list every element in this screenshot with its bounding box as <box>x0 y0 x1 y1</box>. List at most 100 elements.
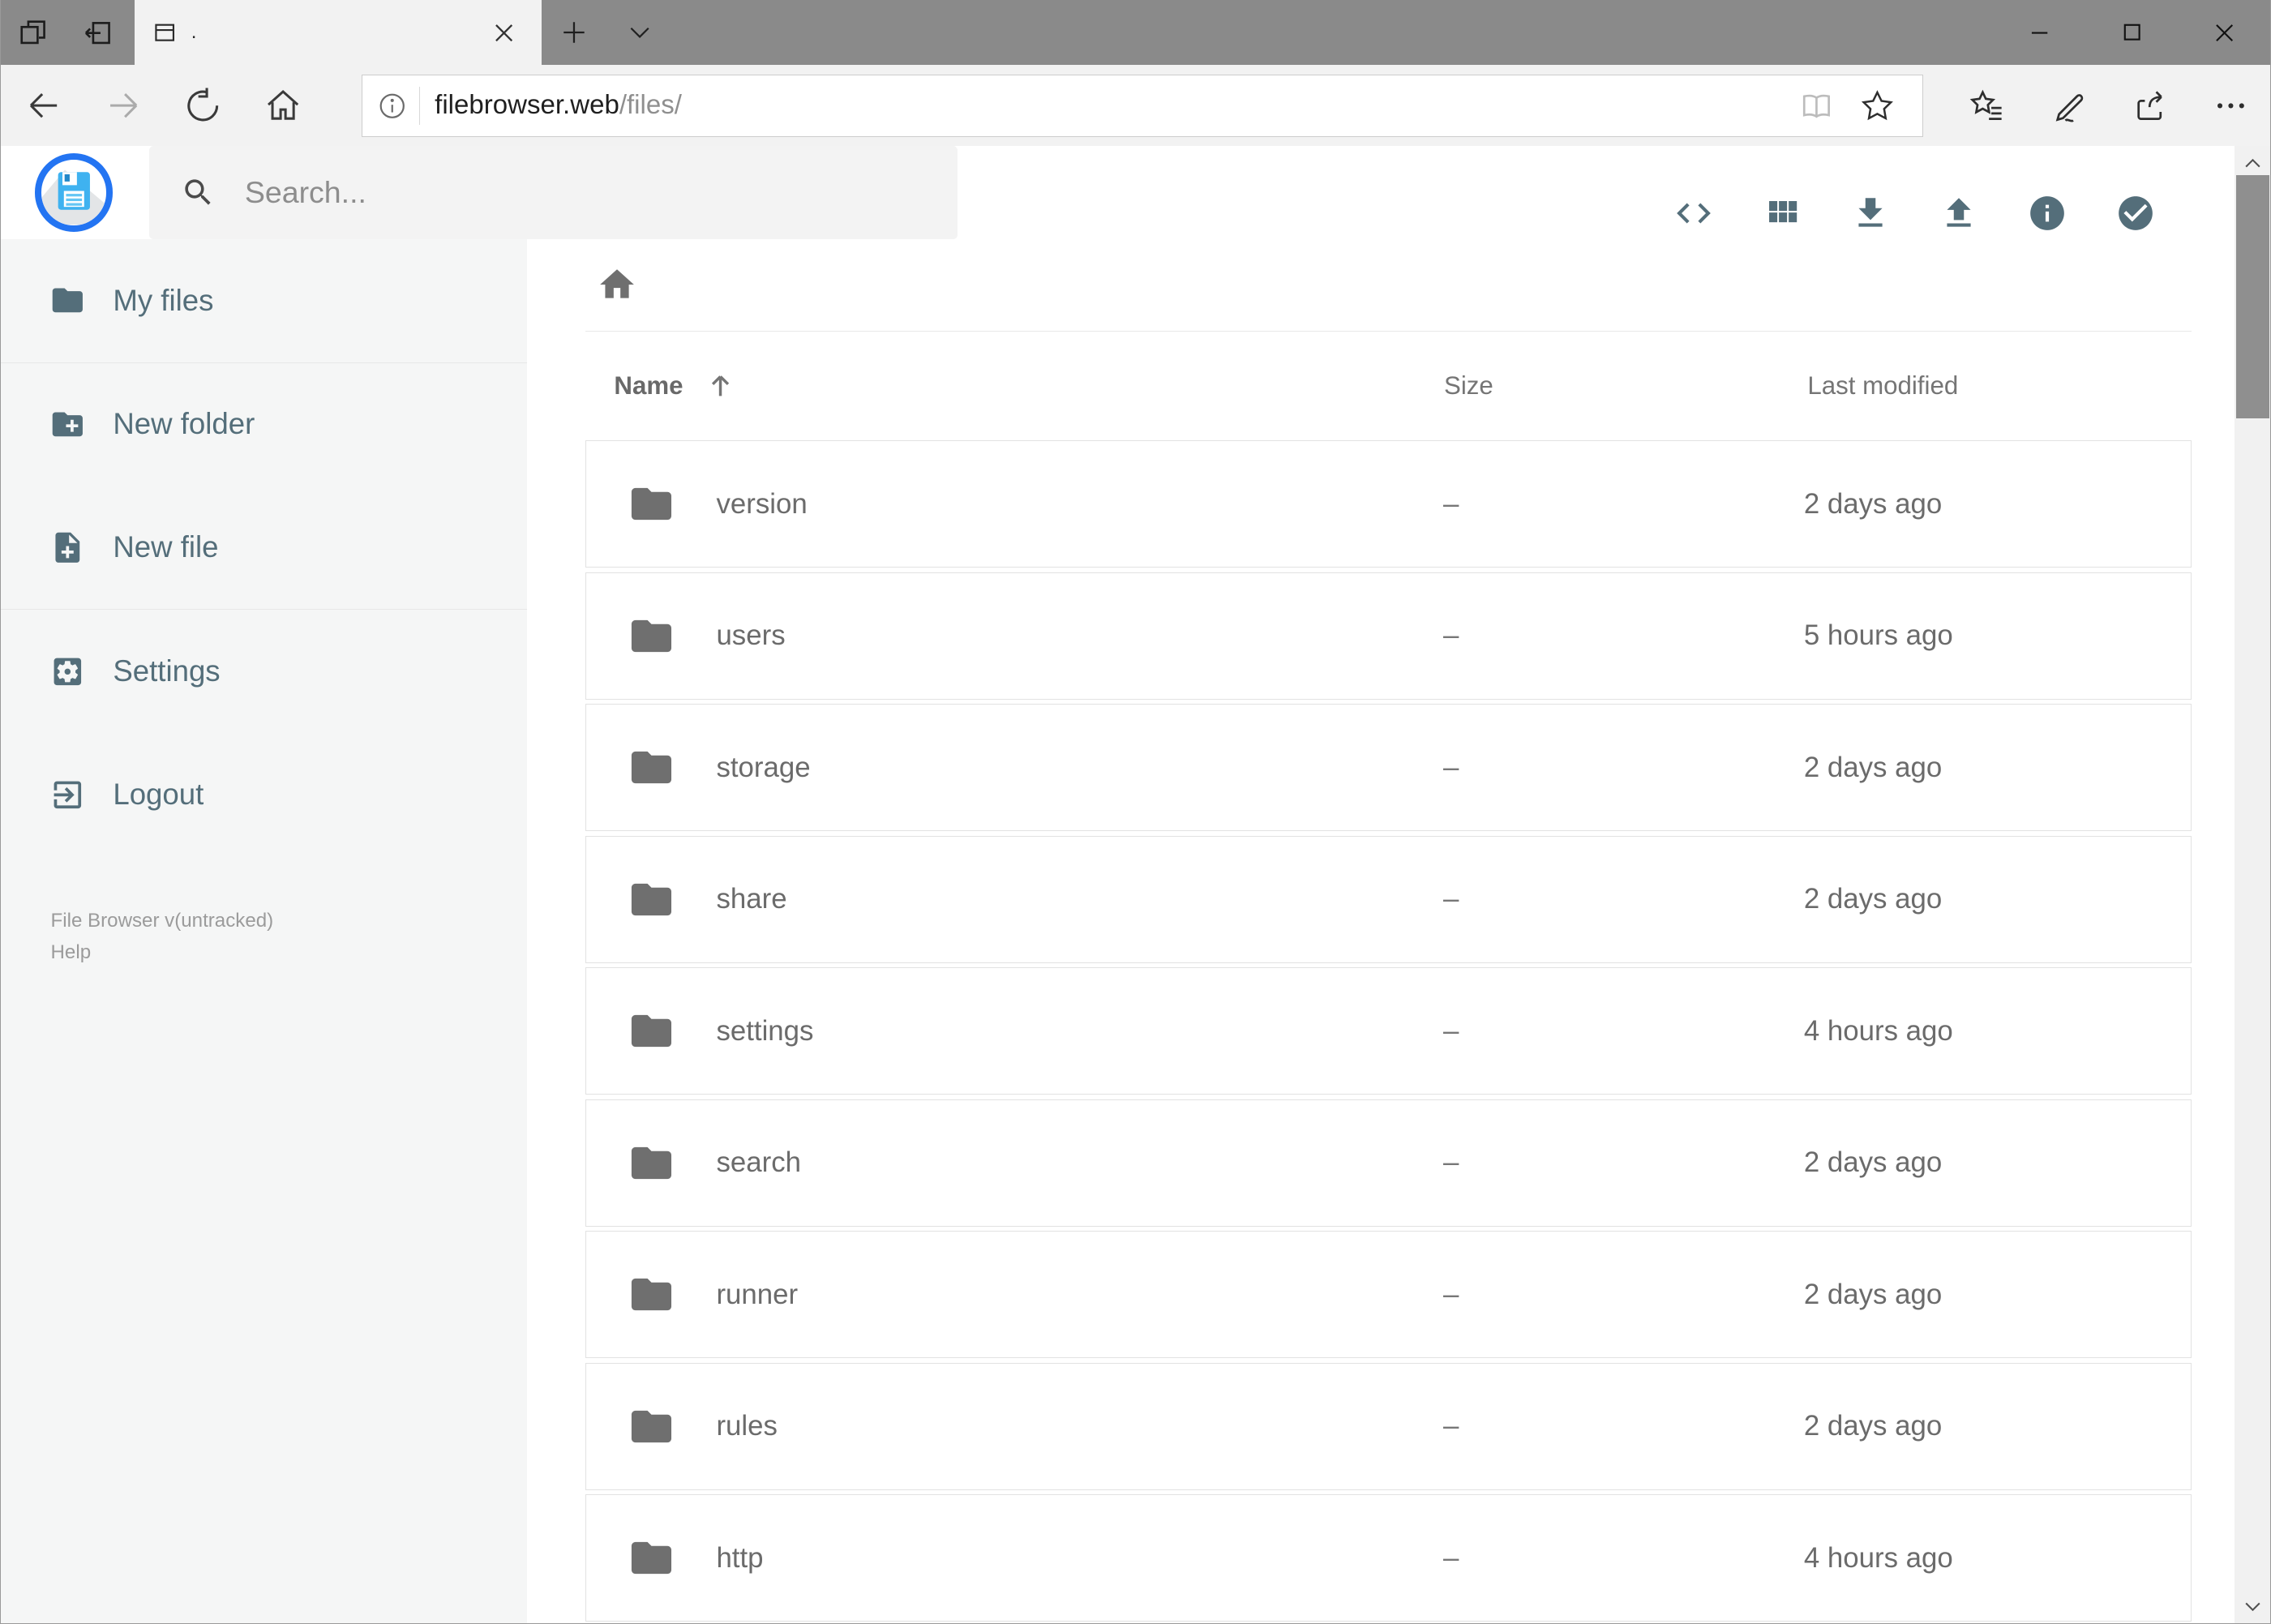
help-link[interactable]: Help <box>51 937 528 968</box>
folder-icon <box>628 612 675 660</box>
table-row-storage[interactable]: storage – 2 days ago <box>585 704 2192 832</box>
titlebar-drag-area <box>672 0 1993 65</box>
tab-list-button[interactable] <box>606 0 671 65</box>
chevron-down-icon <box>2245 1602 2260 1611</box>
table-row-share[interactable]: share – 2 days ago <box>585 835 2192 963</box>
url-text[interactable]: filebrowser.web/files/ <box>435 90 682 121</box>
folder-icon <box>628 1403 675 1450</box>
version-text: File Browser v(untracked) <box>50 909 274 932</box>
app-header <box>0 146 2235 239</box>
download-icon <box>1850 193 1891 234</box>
info-button[interactable] <box>2012 178 2083 249</box>
switch-view-button[interactable] <box>1746 178 1818 249</box>
plus-icon <box>563 22 585 43</box>
add-favorite-button[interactable] <box>1847 78 1908 133</box>
maximize-icon <box>2123 24 2140 41</box>
refresh-button[interactable] <box>164 70 243 142</box>
sidebar: My files New folder New file Settings Lo… <box>0 238 528 1624</box>
table-row-rules[interactable]: rules – 2 days ago <box>585 1362 2192 1490</box>
search-bar[interactable] <box>148 146 958 239</box>
home-icon <box>597 264 637 305</box>
address-separator <box>418 87 421 125</box>
browser-titlebar: . <box>0 0 2271 66</box>
web-note-button[interactable] <box>2028 70 2109 142</box>
column-header-size[interactable]: Size <box>1440 371 1799 401</box>
upload-button[interactable] <box>1923 178 1995 249</box>
site-info-icon[interactable] <box>377 91 408 122</box>
code-icon <box>1673 193 1714 234</box>
url-path: /files/ <box>619 90 682 121</box>
close-icon <box>495 24 513 41</box>
app-logo[interactable] <box>34 153 114 232</box>
sidebar-item-label: Logout <box>113 777 204 811</box>
more-dots-icon <box>2217 103 2244 109</box>
sidebar-item-logout[interactable]: Logout <box>0 733 527 856</box>
sidebar-item-label: My files <box>113 283 214 317</box>
table-row-runner[interactable]: runner – 2 days ago <box>585 1231 2192 1359</box>
close-window-button[interactable] <box>2179 0 2271 65</box>
stacked-windows-icon <box>19 19 45 44</box>
column-header-name[interactable]: Name <box>585 369 1440 402</box>
sidebar-footer: File Browser v(untracked) Help <box>51 906 528 968</box>
navbar-actions <box>1947 70 2271 142</box>
reading-view-button[interactable] <box>1786 78 1847 133</box>
download-button[interactable] <box>1835 178 1906 249</box>
folder-icon <box>628 1534 675 1582</box>
search-icon <box>181 175 216 210</box>
back-button[interactable] <box>4 70 84 142</box>
window-arrow-left-icon <box>84 21 110 44</box>
sidebar-item-new-file[interactable]: New file <box>0 486 527 609</box>
tab-close-button[interactable] <box>484 12 525 53</box>
filebrowser-app: My files New folder New file Settings <box>0 146 2271 1624</box>
url-host: filebrowser.web <box>435 90 619 121</box>
table-row-users[interactable]: users – 5 hours ago <box>585 572 2192 700</box>
scrollbar-thumb[interactable] <box>2236 175 2270 419</box>
home-icon <box>267 90 298 120</box>
scroll-down-button[interactable] <box>2235 1588 2271 1624</box>
raw-editor-button[interactable] <box>1658 178 1729 249</box>
breadcrumb-home-button[interactable] <box>588 256 645 314</box>
set-tabs-aside-button[interactable] <box>65 0 130 65</box>
check-circle-icon <box>2115 193 2156 234</box>
table-row-version[interactable]: version – 2 days ago <box>585 440 2192 568</box>
column-header-modified[interactable]: Last modified <box>1799 371 2192 401</box>
table-row-search[interactable]: search – 2 days ago <box>585 1099 2192 1227</box>
search-input[interactable] <box>244 175 926 211</box>
sidebar-item-new-folder[interactable]: New folder <box>0 363 527 486</box>
table-row-http[interactable]: http – 4 hours ago <box>585 1494 2192 1622</box>
page-icon <box>154 24 174 41</box>
folder-icon <box>628 1139 675 1187</box>
share-icon <box>2137 91 2162 121</box>
address-bar[interactable]: filebrowser.web/files/ <box>361 74 1924 137</box>
refresh-icon <box>187 88 219 122</box>
sidebar-item-label: New folder <box>113 407 255 441</box>
maximize-button[interactable] <box>2085 0 2178 65</box>
tab-preview-button[interactable] <box>0 0 65 65</box>
sidebar-item-my-files[interactable]: My files <box>0 239 527 362</box>
home-button[interactable] <box>243 70 323 142</box>
settings-more-button[interactable] <box>2190 70 2271 142</box>
sidebar-item-label: New file <box>113 530 219 564</box>
forward-button[interactable] <box>84 70 163 142</box>
sidebar-item-label: Settings <box>113 654 221 688</box>
folder-icon <box>628 743 675 791</box>
hub-favorites-button[interactable] <box>1947 70 2028 142</box>
back-icon <box>30 93 58 118</box>
pen-icon <box>2055 94 2083 122</box>
table-row-settings[interactable]: settings – 4 hours ago <box>585 967 2192 1095</box>
browser-tab[interactable]: . <box>135 0 542 66</box>
close-icon <box>2216 24 2234 41</box>
page-scrollbar[interactable] <box>2235 146 2271 1624</box>
minimize-button[interactable] <box>1993 0 2085 65</box>
new-file-icon <box>49 529 86 566</box>
share-button[interactable] <box>2109 70 2190 142</box>
minimize-icon <box>2031 32 2047 34</box>
sidebar-item-settings[interactable]: Settings <box>0 610 527 733</box>
folder-icon <box>49 282 86 319</box>
new-tab-button[interactable] <box>542 0 606 65</box>
logout-icon <box>49 777 86 813</box>
folder-icon <box>628 876 675 923</box>
forward-icon <box>110 93 138 118</box>
folder-icon <box>628 1007 675 1055</box>
select-multiple-button[interactable] <box>2100 178 2171 249</box>
